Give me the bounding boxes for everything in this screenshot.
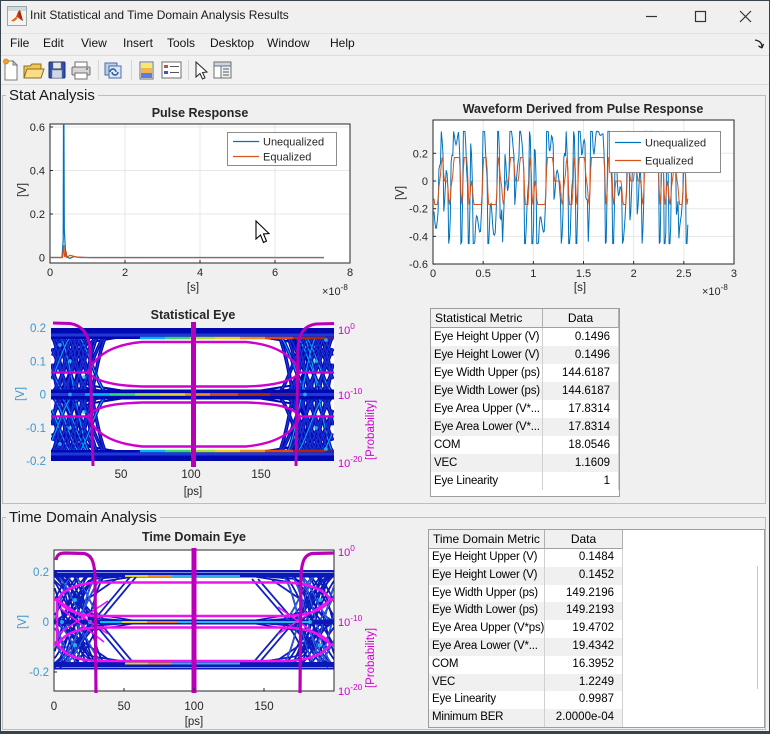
svg-text:10-20: 10-20 bbox=[338, 683, 363, 698]
svg-text:[Probability]: [Probability] bbox=[365, 628, 377, 688]
svg-text:Equalized: Equalized bbox=[263, 152, 311, 164]
svg-text:10-10: 10-10 bbox=[338, 387, 363, 402]
svg-text:100: 100 bbox=[181, 469, 200, 481]
svg-text:Pulse Response: Pulse Response bbox=[152, 106, 249, 120]
svg-text:Statistical Eye: Statistical Eye bbox=[151, 308, 236, 322]
svg-text:1.5: 1.5 bbox=[576, 268, 591, 280]
svg-text:-0.2: -0.2 bbox=[26, 456, 46, 468]
svg-text:0: 0 bbox=[43, 617, 49, 629]
svg-text:10-10: 10-10 bbox=[338, 614, 363, 629]
svg-text:[V]: [V] bbox=[17, 615, 29, 629]
svg-text:[s]: [s] bbox=[574, 282, 586, 294]
svg-text:2.5: 2.5 bbox=[676, 268, 691, 280]
svg-text:-0.6: -0.6 bbox=[409, 259, 428, 271]
svg-text:-0.4: -0.4 bbox=[409, 231, 428, 243]
svg-text:0.5: 0.5 bbox=[476, 268, 491, 280]
svg-text:[V]: [V] bbox=[17, 183, 29, 197]
svg-text:0.2: 0.2 bbox=[30, 209, 45, 221]
svg-text:[ps]: [ps] bbox=[184, 486, 203, 498]
svg-text:[V]: [V] bbox=[15, 387, 27, 401]
svg-text:150: 150 bbox=[254, 701, 273, 713]
svg-text:Equalized: Equalized bbox=[645, 156, 693, 168]
svg-text:Time Domain Eye: Time Domain Eye bbox=[142, 530, 246, 544]
svg-text:[V]: [V] bbox=[395, 186, 407, 200]
svg-text:0: 0 bbox=[51, 701, 57, 713]
svg-text:0.2: 0.2 bbox=[30, 323, 46, 335]
svg-text:3: 3 bbox=[731, 268, 737, 280]
svg-text:50: 50 bbox=[118, 701, 131, 713]
svg-text:[Probability]: [Probability] bbox=[365, 400, 377, 460]
svg-text:8: 8 bbox=[347, 267, 353, 279]
svg-text:4: 4 bbox=[197, 267, 203, 279]
svg-text:Waveform Derived from Pulse Re: Waveform Derived from Pulse Response bbox=[463, 102, 704, 116]
svg-text:150: 150 bbox=[251, 469, 270, 481]
svg-text:2: 2 bbox=[122, 267, 128, 279]
svg-text:Unequalized: Unequalized bbox=[263, 137, 324, 149]
svg-text:0.2: 0.2 bbox=[33, 567, 49, 579]
svg-text:0.4: 0.4 bbox=[30, 166, 45, 178]
svg-text:0: 0 bbox=[47, 267, 53, 279]
svg-text:100: 100 bbox=[184, 701, 203, 713]
svg-text:-0.1: -0.1 bbox=[26, 423, 46, 435]
svg-text:-0.2: -0.2 bbox=[29, 667, 49, 679]
svg-text:×10-8: ×10-8 bbox=[322, 283, 348, 298]
svg-text:100: 100 bbox=[338, 322, 355, 337]
svg-text:2: 2 bbox=[631, 268, 637, 280]
svg-text:100: 100 bbox=[338, 544, 355, 559]
svg-text:0.2: 0.2 bbox=[413, 148, 428, 160]
svg-text:0.1: 0.1 bbox=[30, 356, 46, 368]
svg-text:0.6: 0.6 bbox=[30, 122, 45, 134]
svg-text:0: 0 bbox=[422, 176, 428, 188]
svg-text:6: 6 bbox=[272, 267, 278, 279]
svg-text:1: 1 bbox=[530, 268, 536, 280]
svg-text:0: 0 bbox=[430, 268, 436, 280]
svg-text:[s]: [s] bbox=[187, 282, 199, 294]
svg-text:0: 0 bbox=[40, 390, 46, 402]
svg-text:×10-8: ×10-8 bbox=[702, 283, 728, 298]
svg-text:-0.2: -0.2 bbox=[409, 204, 428, 216]
svg-text:[ps]: [ps] bbox=[185, 716, 204, 728]
svg-text:10-20: 10-20 bbox=[338, 455, 363, 470]
svg-text:50: 50 bbox=[115, 469, 128, 481]
svg-text:0: 0 bbox=[39, 253, 45, 265]
svg-text:Unequalized: Unequalized bbox=[645, 138, 706, 150]
